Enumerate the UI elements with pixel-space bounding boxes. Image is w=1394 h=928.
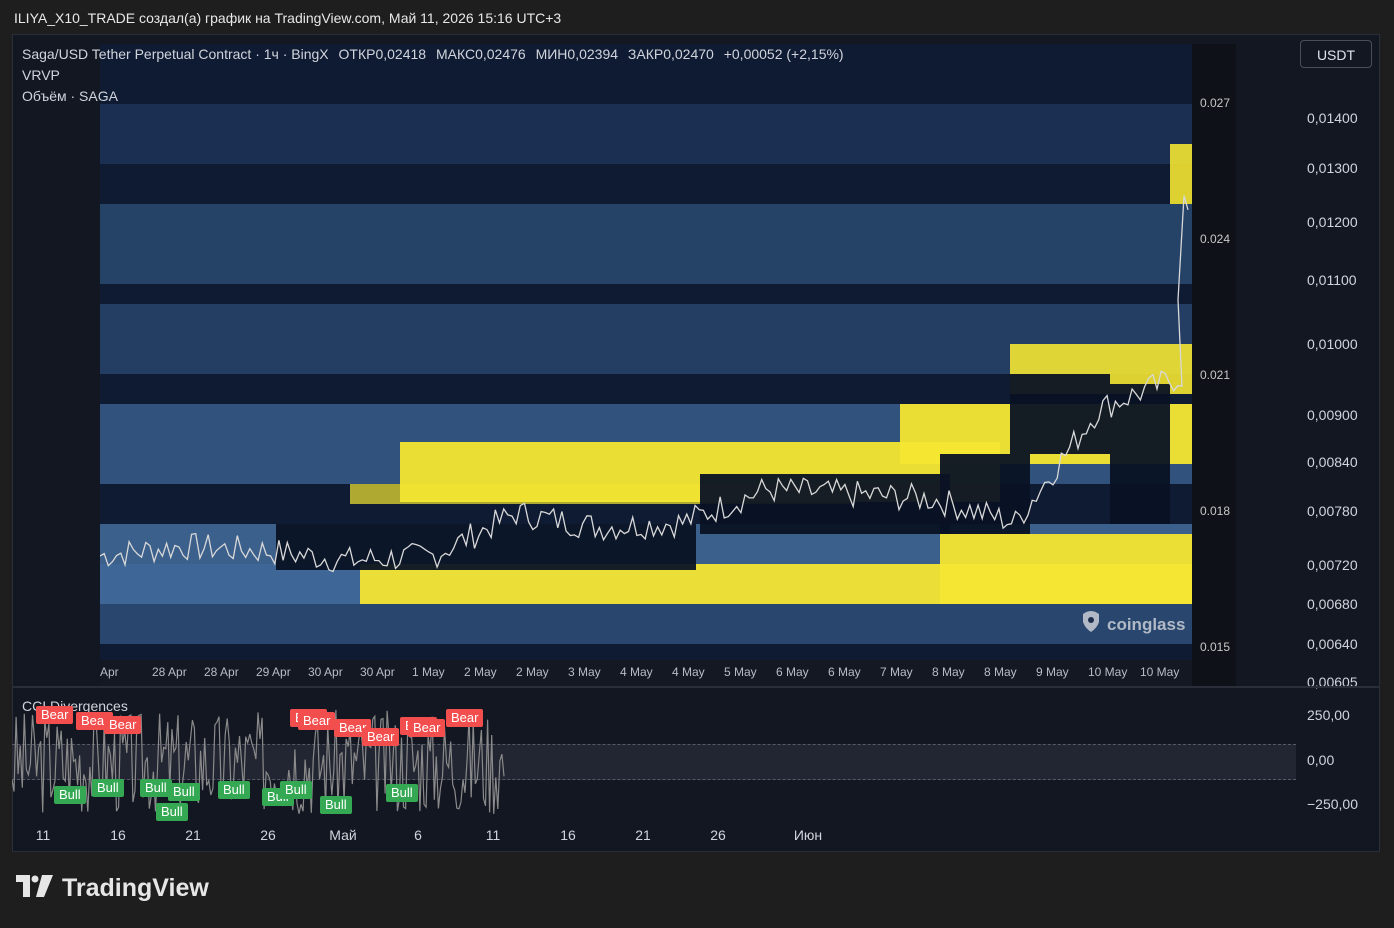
price-axis-label: 0,01300 bbox=[1307, 160, 1358, 176]
tradingview-wordmark: TradingView bbox=[62, 874, 209, 902]
heatmap-date-label: 28 Apr bbox=[204, 665, 239, 679]
bull-signal-label: Bull bbox=[280, 781, 312, 799]
bear-signal-label: Bear bbox=[104, 716, 142, 734]
heatmap-date-label: 29 Apr bbox=[256, 665, 291, 679]
heatmap-date-label: 6 May bbox=[828, 665, 861, 679]
heatmap-date-label: 30 Apr bbox=[360, 665, 395, 679]
pane-divider[interactable] bbox=[12, 686, 1380, 688]
heatmap-band bbox=[100, 204, 1192, 284]
heatmap-band bbox=[100, 104, 1192, 164]
symbol-description[interactable]: Saga/USD Tether Perpetual Contract · 1ч … bbox=[22, 46, 329, 62]
heatmap-date-label: 5 May bbox=[724, 665, 757, 679]
heatmap-pocket bbox=[1010, 374, 1110, 454]
bull-signal-label: Bull bbox=[156, 803, 188, 821]
coinglass-logo-icon bbox=[1080, 610, 1102, 639]
chart-legend: Saga/USD Tether Perpetual Contract · 1ч … bbox=[22, 44, 850, 107]
heatmap-tick: 0.024 bbox=[1200, 232, 1231, 246]
coinglass-text: coinglass bbox=[1107, 614, 1186, 634]
ohlc-close: ЗАКР0,02470 bbox=[627, 46, 714, 62]
heatmap-date-label: 30 Apr bbox=[308, 665, 343, 679]
bear-signal-label: Bear bbox=[36, 706, 74, 724]
indicator-vrvp[interactable]: VRVP bbox=[22, 67, 60, 83]
bear-signal-label: Bear bbox=[446, 709, 484, 727]
bear-signal-label: Bear bbox=[298, 712, 336, 730]
price-axis-label: 0,00720 bbox=[1307, 557, 1358, 573]
bull-signal-label: Bull bbox=[92, 779, 124, 797]
price-axis-label: 0,01400 bbox=[1307, 110, 1358, 126]
bull-signal-label: Bull bbox=[320, 796, 352, 814]
time-axis-label: 11 bbox=[485, 827, 501, 843]
heatmap-pocket bbox=[700, 474, 950, 534]
heatmap-date-label: 8 May bbox=[932, 665, 965, 679]
bear-signal-label: Bear bbox=[408, 719, 446, 737]
heatmap-price-axis: 0.027 0.024 0.021 0.018 0.015 bbox=[1192, 44, 1236, 686]
currency-button[interactable]: USDT bbox=[1300, 40, 1372, 68]
coinglass-watermark: coinglass bbox=[1080, 610, 1185, 639]
heatmap-date-label: 4 May bbox=[672, 665, 705, 679]
heatmap-pocket bbox=[276, 524, 696, 570]
heatmap-pocket bbox=[940, 454, 1030, 534]
price-axis-label: 0,00680 bbox=[1307, 596, 1358, 612]
liquidation-heatmap[interactable] bbox=[100, 44, 1192, 660]
bull-signal-label: Bull bbox=[386, 784, 418, 802]
tradingview-brand[interactable]: TradingView bbox=[16, 874, 209, 903]
price-axis-label: 0,00900 bbox=[1307, 407, 1358, 423]
heatmap-tick: 0.015 bbox=[1200, 640, 1231, 654]
price-axis-label: 0,01000 bbox=[1307, 336, 1358, 352]
heatmap-date-axis: Apr 28 Apr 28 Apr 29 Apr 30 Apr 30 Apr 1 May 2 … bbox=[100, 660, 1192, 686]
heatmap-tick: 0.018 bbox=[1200, 504, 1231, 518]
ohlc-low: МИН0,02394 bbox=[535, 46, 619, 62]
cci-axis-label: 0,00 bbox=[1307, 752, 1335, 768]
heatmap-date-label: 6 May bbox=[776, 665, 809, 679]
time-axis-label: 26 bbox=[260, 827, 276, 843]
heatmap-date-label: 4 May bbox=[620, 665, 653, 679]
heatmap-date-label: 28 Apr bbox=[152, 665, 187, 679]
time-axis-label: 21 bbox=[185, 827, 201, 843]
tradingview-logo-icon bbox=[16, 875, 54, 902]
time-axis-label: 26 bbox=[710, 827, 726, 843]
heatmap-date-label: 9 May bbox=[1036, 665, 1069, 679]
indicator-volume[interactable]: Объём · SAGA bbox=[22, 88, 118, 104]
liquidity-zone bbox=[940, 534, 1192, 604]
heatmap-date-label: 2 May bbox=[464, 665, 497, 679]
heatmap-date-label: 10 May bbox=[1088, 665, 1128, 679]
heatmap-date-label: 3 May bbox=[568, 665, 601, 679]
heatmap-date-label: 1 May bbox=[412, 665, 445, 679]
bull-signal-label: Bull bbox=[140, 779, 172, 797]
bull-signal-label: Bull bbox=[218, 781, 250, 799]
heatmap-tick: 0.021 bbox=[1200, 368, 1231, 382]
heatmap-canvas bbox=[100, 44, 1192, 660]
heatmap-date-label: 8 May bbox=[984, 665, 1017, 679]
price-axis-label: 0,00640 bbox=[1307, 636, 1358, 652]
price-axis-label: 0,01100 bbox=[1307, 272, 1357, 288]
time-axis-label: Июн bbox=[793, 827, 823, 843]
time-axis-label: 21 bbox=[635, 827, 651, 843]
time-axis-label: 16 bbox=[560, 827, 576, 843]
heatmap-date-label: 2 May bbox=[516, 665, 549, 679]
ohlc-change: +0,00052 (+2,15%) bbox=[723, 46, 844, 62]
cci-axis-label: 250,00 bbox=[1307, 707, 1350, 723]
time-axis-label: 11 bbox=[35, 827, 51, 843]
time-axis-label: 16 bbox=[110, 827, 126, 843]
price-axis-label: 0,00780 bbox=[1307, 503, 1358, 519]
heatmap-date-label: 7 May bbox=[880, 665, 913, 679]
bull-signal-label: Bull bbox=[54, 786, 86, 804]
heatmap-tick: 0.027 bbox=[1200, 96, 1231, 110]
liquidity-zone bbox=[1170, 144, 1192, 204]
bear-signal-label: Bear bbox=[362, 728, 400, 746]
heatmap-date-label: 10 May bbox=[1140, 665, 1180, 679]
heatmap-date-label: Apr bbox=[100, 665, 119, 679]
time-axis-label: Май bbox=[329, 827, 357, 843]
price-axis-label: 0,00840 bbox=[1307, 454, 1358, 470]
time-axis-label: 6 bbox=[414, 827, 422, 843]
chart-author-title: ILIYA_X10_TRADE создал(а) график на Trad… bbox=[14, 10, 562, 26]
ohlc-high: МАКС0,02476 bbox=[435, 46, 526, 62]
price-axis-label: 0,01200 bbox=[1307, 214, 1358, 230]
ohlc-open: ОТКР0,02418 bbox=[338, 46, 427, 62]
bull-signal-label: Bull bbox=[168, 783, 200, 801]
cci-axis-label: −250,00 bbox=[1307, 796, 1358, 812]
